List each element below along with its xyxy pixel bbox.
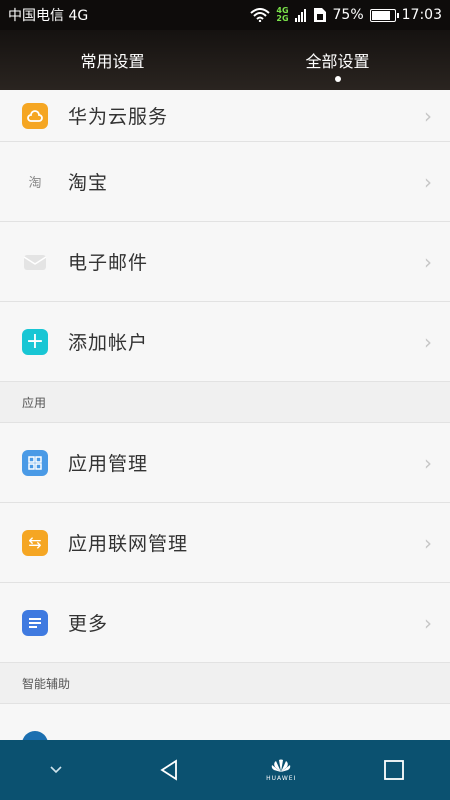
list-item-label: 电子邮件	[68, 252, 149, 274]
clock: 17:03	[401, 7, 442, 23]
chevron-right-icon: ›	[424, 169, 432, 194]
sim-icon	[313, 8, 326, 22]
battery-fill	[371, 10, 390, 20]
tab-label: 常用设置	[80, 52, 145, 71]
recents-button[interactable]	[364, 740, 424, 800]
list-item-label: 更多	[68, 613, 109, 635]
list-item-label: 应用管理	[68, 453, 149, 475]
list-item-label: 应用联网管理	[68, 533, 189, 555]
square-icon	[383, 760, 404, 780]
settings-tabs: 常用设置 全部设置	[0, 30, 450, 90]
signal-icon	[294, 9, 306, 22]
battery-percent: 75%	[332, 7, 364, 23]
list-item-app-network-management[interactable]: ⇆ 应用联网管理 ›	[0, 503, 450, 583]
tab-label: 全部设置	[305, 52, 370, 71]
chevron-right-icon: ›	[424, 329, 432, 354]
network-indicator: 4G 2G	[276, 7, 288, 23]
list-item-partial[interactable]	[0, 704, 450, 740]
email-icon	[22, 249, 48, 275]
taobao-icon: 淘	[28, 176, 42, 191]
huawei-logo-icon	[272, 759, 291, 772]
network-2g-label: 2G	[276, 14, 289, 23]
collapse-nav-button[interactable]	[26, 740, 86, 800]
chevron-down-icon	[50, 766, 62, 774]
list-icon	[22, 609, 48, 636]
list-item-huawei-cloud[interactable]: 华为云服务 ›	[0, 90, 450, 142]
list-item-app-management[interactable]: 应用管理 ›	[0, 423, 450, 503]
cloud-icon	[22, 102, 48, 129]
chevron-right-icon: ›	[424, 249, 432, 274]
battery-icon	[369, 8, 399, 22]
arrows-icon: ⇆	[22, 529, 48, 556]
back-triangle-icon	[160, 759, 177, 781]
section-header-apps: 应用	[0, 382, 450, 423]
carrier-label: 中国电信 4G	[8, 8, 89, 24]
wifi-icon	[250, 8, 271, 22]
status-bar: 中国电信 4G 4G 2G 75% 17:03	[0, 0, 450, 30]
grid-icon	[22, 449, 48, 476]
partial-icon	[22, 730, 48, 740]
list-item-email[interactable]: 电子邮件 ›	[0, 222, 450, 302]
plus-icon: +	[22, 328, 48, 355]
huawei-brand-text: HUAWEI	[266, 774, 297, 782]
home-button[interactable]: HUAWEI	[251, 740, 311, 800]
tab-all-settings[interactable]: 全部设置	[225, 30, 450, 90]
chevron-right-icon: ›	[424, 530, 432, 555]
chevron-right-icon: ›	[424, 103, 432, 128]
list-item-label: 添加帐户	[68, 332, 149, 354]
chevron-right-icon: ›	[424, 610, 432, 635]
back-button[interactable]	[139, 740, 199, 800]
list-item-taobao[interactable]: 淘 淘宝 ›	[0, 142, 450, 222]
list-item-add-account[interactable]: + 添加帐户 ›	[0, 302, 450, 382]
settings-list[interactable]: 华为云服务 › 淘 淘宝 › 电子邮件 › + 添加帐户 › 应用 应用管理 ›…	[0, 90, 450, 740]
tab-common-settings[interactable]: 常用设置	[0, 30, 225, 90]
list-item-label: 华为云服务	[68, 106, 169, 128]
list-item-more[interactable]: 更多 ›	[0, 583, 450, 663]
selected-indicator	[334, 76, 341, 82]
navigation-bar: HUAWEI	[0, 740, 450, 800]
chevron-right-icon: ›	[424, 450, 432, 475]
list-item-label: 淘宝	[68, 172, 109, 194]
section-header-smart-assist: 智能辅助	[0, 663, 450, 704]
